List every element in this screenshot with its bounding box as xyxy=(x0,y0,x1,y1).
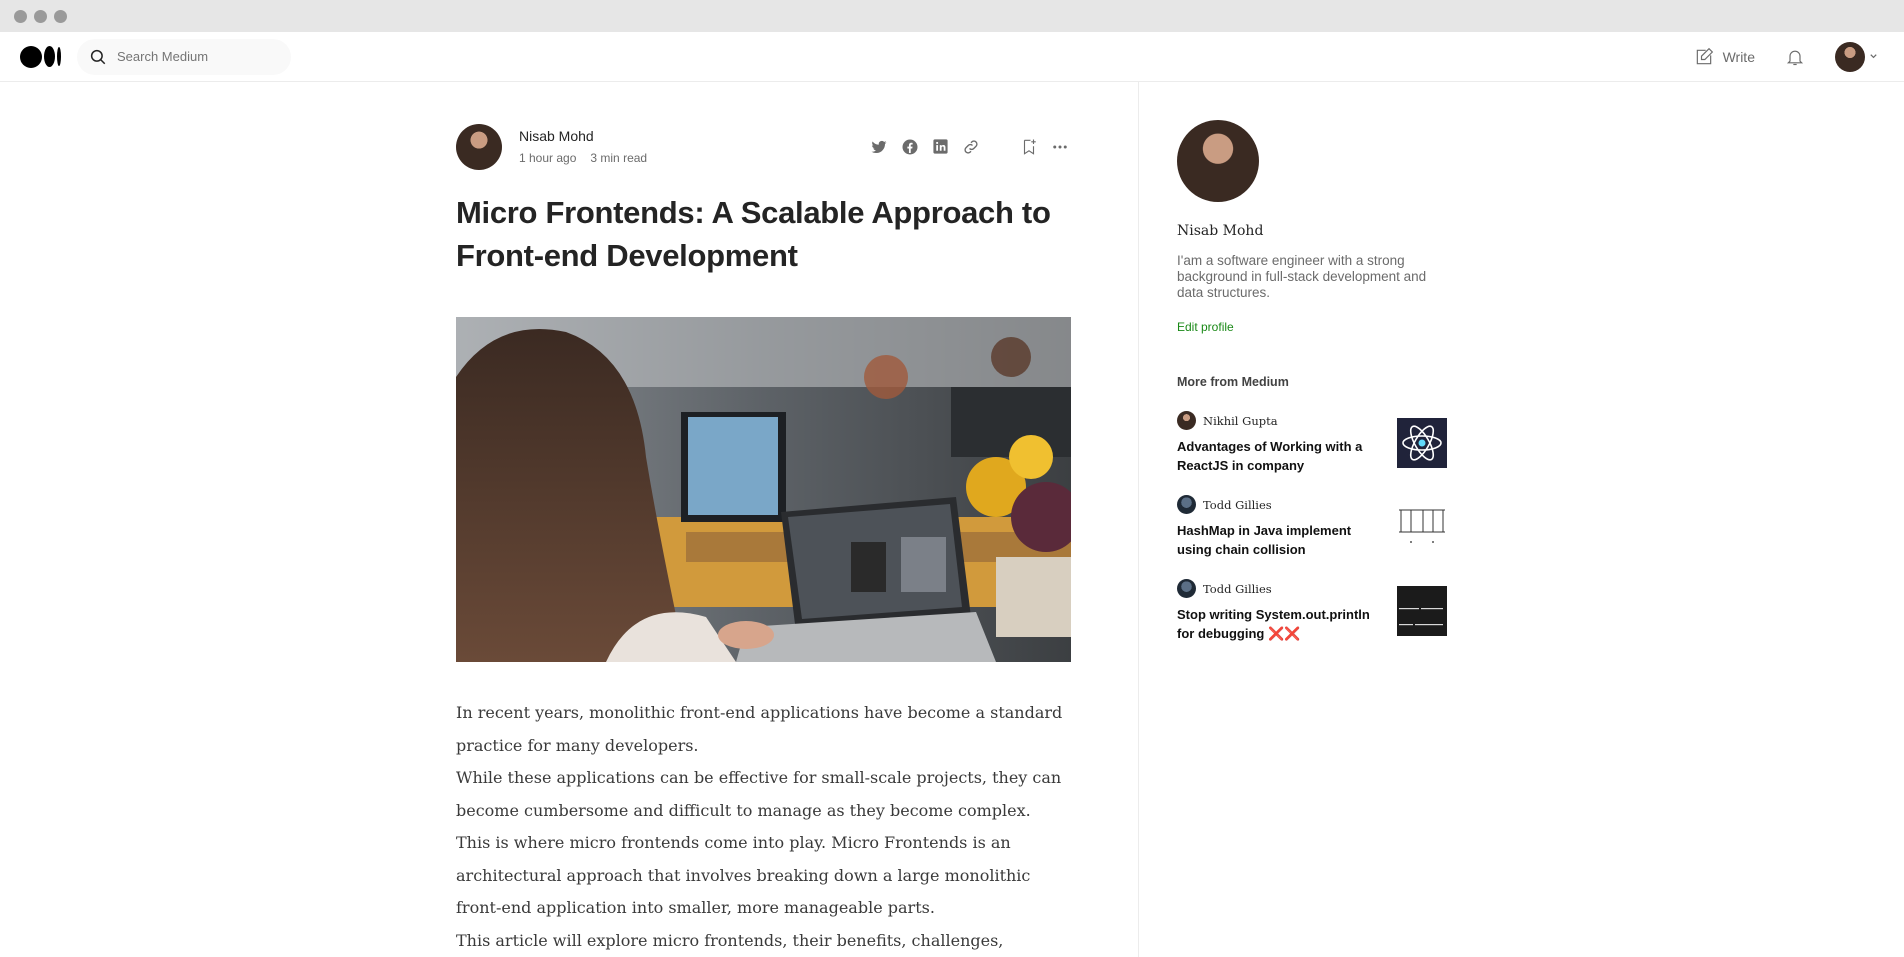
recommended-story[interactable]: Nikhil Gupta Advantages of Working with … xyxy=(1177,411,1447,475)
story-title[interactable]: HashMap in Java implement using chain co… xyxy=(1177,522,1397,559)
story-author-avatar xyxy=(1177,411,1196,430)
story-author-avatar xyxy=(1177,495,1196,514)
story-author[interactable]: Todd Gillies xyxy=(1203,498,1272,512)
article-body: In recent years, monolithic front-end ap… xyxy=(456,697,1071,957)
author-avatar[interactable] xyxy=(456,123,502,170)
top-navbar: Write xyxy=(0,32,1904,82)
user-avatar xyxy=(1835,41,1865,72)
read-time: 3 min read xyxy=(590,151,648,165)
window-minimize-dot[interactable] xyxy=(34,9,47,23)
story-title[interactable]: Advantages of Working with a ReactJS in … xyxy=(1177,438,1397,475)
article-title: Micro Frontends: A Scalable Approach to … xyxy=(456,195,1051,273)
profile-avatar[interactable] xyxy=(1177,120,1259,202)
paragraph: In recent years, monolithic front-end ap… xyxy=(456,703,1063,755)
edit-profile-link[interactable]: Edit profile xyxy=(1177,320,1469,334)
recommended-story[interactable]: Todd Gillies HashMap in Java implement u… xyxy=(1177,495,1447,559)
user-menu[interactable] xyxy=(1835,41,1878,72)
paragraph: This article will explore micro frontend… xyxy=(456,930,1004,950)
more-from-medium-heading: More from Medium xyxy=(1177,375,1289,389)
twitter-icon[interactable] xyxy=(870,138,888,156)
author-name[interactable]: Nisab Mohd xyxy=(519,128,647,144)
hashmap-diagram-thumbnail xyxy=(1397,502,1447,552)
paragraph: While these applications can be effectiv… xyxy=(456,768,1062,820)
react-logo-thumbnail xyxy=(1397,418,1447,468)
facebook-icon[interactable] xyxy=(901,138,919,156)
story-title[interactable]: Stop writing System.out.println for debu… xyxy=(1177,606,1397,643)
search-box[interactable] xyxy=(77,38,291,75)
article-column: Nisab Mohd 1 hour ago 3 min read Micro F… xyxy=(0,82,1139,957)
write-icon xyxy=(1696,47,1713,64)
paragraph: This is where micro frontends come into … xyxy=(456,833,1031,917)
author-row: Nisab Mohd 1 hour ago 3 min read xyxy=(456,123,1071,170)
bookmark-add-icon[interactable] xyxy=(1020,137,1038,157)
search-input[interactable] xyxy=(117,49,267,64)
sidebar: Nisab Mohd I'am a software engineer with… xyxy=(1139,82,1469,957)
link-icon[interactable] xyxy=(962,138,980,156)
story-author-avatar xyxy=(1177,579,1196,598)
linkedin-icon[interactable] xyxy=(932,138,949,155)
code-terminal-thumbnail xyxy=(1397,586,1447,636)
share-toolbar xyxy=(870,137,1069,157)
window-chrome xyxy=(0,0,1904,32)
recommended-story[interactable]: Todd Gillies Stop writing System.out.pri… xyxy=(1177,579,1447,643)
story-author[interactable]: Nikhil Gupta xyxy=(1203,414,1278,428)
article: Nisab Mohd 1 hour ago 3 min read Micro F… xyxy=(456,123,1071,957)
profile-name[interactable]: Nisab Mohd xyxy=(1177,223,1469,239)
search-icon xyxy=(90,49,106,64)
write-button[interactable]: Write xyxy=(1694,47,1755,67)
more-options-icon[interactable] xyxy=(1051,138,1069,156)
chevron-down-icon xyxy=(1870,54,1877,59)
hero-image xyxy=(456,317,1071,662)
story-author[interactable]: Todd Gillies xyxy=(1203,582,1272,596)
medium-logo[interactable] xyxy=(20,45,61,68)
write-label: Write xyxy=(1722,48,1755,65)
profile-bio: I'am a software engineer with a strong b… xyxy=(1177,253,1427,300)
publish-time: 1 hour ago xyxy=(519,151,577,165)
bell-icon[interactable] xyxy=(1785,47,1805,67)
window-maximize-dot[interactable] xyxy=(54,9,67,23)
window-close-dot[interactable] xyxy=(14,9,27,23)
